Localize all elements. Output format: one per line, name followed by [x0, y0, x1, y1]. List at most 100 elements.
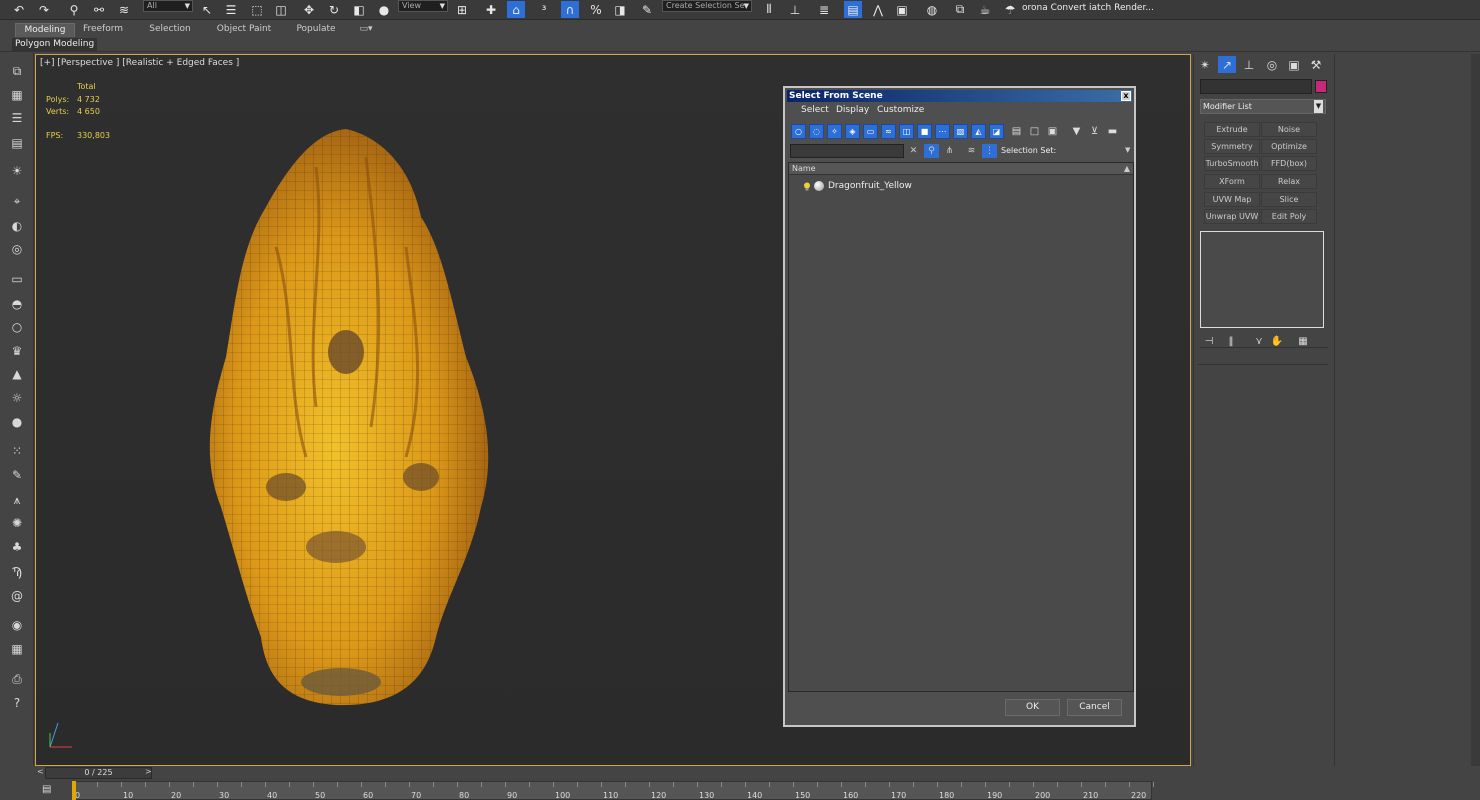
tab-selection[interactable]: Selection: [145, 23, 195, 37]
lights-icon[interactable]: ☀: [8, 163, 26, 179]
crown-icon[interactable]: ♛: [8, 343, 26, 359]
script-icon[interactable]: ⎙: [8, 671, 26, 687]
corona-toolbar-label[interactable]: orona Convert iatch Render...: [1022, 3, 1154, 13]
snaps-toggle-icon[interactable]: ³: [535, 1, 553, 18]
hair-icon[interactable]: Ϡ: [8, 564, 26, 580]
skin-icon[interactable]: ⩚: [8, 492, 26, 508]
tab-modeling[interactable]: Modeling: [15, 23, 75, 37]
cancel-button[interactable]: Cancel: [1067, 699, 1122, 716]
cone-icon[interactable]: ▲: [8, 366, 26, 382]
modifier-slice-button[interactable]: Slice: [1261, 192, 1317, 207]
modifier-stack[interactable]: [1200, 231, 1324, 328]
list-header-name[interactable]: Name ▲: [789, 163, 1133, 175]
render-setup-icon[interactable]: ⧉: [951, 1, 969, 18]
named-selection-dropdown[interactable]: Create Selection Se: [662, 0, 752, 12]
display-frozen-icon[interactable]: ◭: [971, 124, 986, 139]
place-icon[interactable]: ●: [375, 1, 393, 18]
right-scrollbar[interactable]: [1471, 54, 1480, 766]
unlink-icon[interactable]: ⚯: [90, 1, 108, 18]
list-item[interactable]: Dragonfruit_Yellow: [803, 180, 912, 192]
modifier-symmetry-button[interactable]: Symmetry: [1204, 139, 1260, 154]
motion-tab-icon[interactable]: ◎: [1263, 56, 1281, 73]
texture-grid-icon[interactable]: ▦: [8, 641, 26, 657]
pivot-center-icon[interactable]: ⊞: [453, 1, 471, 18]
current-frame-marker[interactable]: [72, 781, 76, 800]
tab-object-paint[interactable]: Object Paint: [212, 23, 276, 37]
display-hidden-icon[interactable]: ◪: [989, 124, 1004, 139]
display-spacewarps-icon[interactable]: ≈: [881, 124, 896, 139]
display-containers-icon[interactable]: ▧: [953, 124, 968, 139]
clear-search-icon[interactable]: ✕: [906, 144, 921, 158]
remove-modifier-icon[interactable]: ✋: [1270, 334, 1284, 348]
schematic-view-icon[interactable]: ▣: [893, 1, 911, 18]
display-geometry-icon[interactable]: ○: [791, 124, 806, 139]
show-end-result-icon[interactable]: ‖: [1224, 334, 1238, 348]
make-unique-icon[interactable]: ⋎: [1252, 334, 1266, 348]
spinner-snap-icon[interactable]: ◨: [611, 1, 629, 18]
dialog-title-bar[interactable]: Select From Scene x: [787, 90, 1132, 102]
display-tab-icon[interactable]: ▣: [1285, 56, 1303, 73]
curve-editor-icon[interactable]: ⋀: [869, 1, 887, 18]
select-all-icon[interactable]: ▤: [1009, 124, 1024, 139]
ribbon-options-icon[interactable]: ▭▾: [356, 23, 376, 37]
layer-manager-icon[interactable]: ▤: [8, 135, 26, 151]
modifier-optimize-button[interactable]: Optimize: [1261, 139, 1317, 154]
collapse-icon[interactable]: ▬: [1105, 124, 1120, 139]
render-production-icon[interactable]: ☂: [1001, 1, 1019, 18]
display-lights-icon[interactable]: ✧: [827, 124, 842, 139]
create-tab-icon[interactable]: ✴: [1196, 56, 1214, 73]
spiral-icon[interactable]: @: [8, 588, 26, 604]
camera-icon[interactable]: ⌖: [8, 193, 26, 209]
undo-icon[interactable]: ↶: [10, 1, 28, 18]
menu-customize[interactable]: Customize: [877, 105, 924, 115]
rendered-frame-window-icon[interactable]: ☕: [976, 1, 994, 18]
reference-coordinate-dropdown[interactable]: View: [398, 0, 448, 12]
angle-snap-icon[interactable]: ∩: [561, 1, 579, 18]
edit-named-selection-icon[interactable]: ✎: [638, 1, 656, 18]
layers-icon[interactable]: ≋: [964, 144, 979, 158]
lightbulb-icon[interactable]: [803, 182, 811, 191]
modifier-noise-button[interactable]: Noise: [1261, 122, 1317, 137]
object-name-field[interactable]: [1200, 79, 1312, 94]
find-case-sensitive-icon[interactable]: ⚲: [924, 144, 939, 158]
display-groups-icon[interactable]: ◫: [899, 124, 914, 139]
modifier-ffd-box-button[interactable]: FFD(box): [1261, 156, 1317, 171]
rotate-icon[interactable]: ↻: [325, 1, 343, 18]
select-children-icon[interactable]: ⋔: [942, 144, 957, 158]
selection-set-dropdown[interactable]: ▼: [1125, 146, 1130, 154]
modifier-extrude-button[interactable]: Extrude: [1204, 122, 1260, 137]
align-icon[interactable]: ⊥: [786, 1, 804, 18]
modifier-relax-button[interactable]: Relax: [1261, 174, 1317, 189]
sort-arrow-icon[interactable]: ▲: [1124, 163, 1130, 175]
scale-icon[interactable]: ◧: [350, 1, 368, 18]
filter-options-icon[interactable]: ⊻: [1087, 124, 1102, 139]
select-object-icon[interactable]: ↖: [198, 1, 216, 18]
frame-ruler[interactable]: 0 10 20 30 40 50 60 70 80 90 100 110 120 130 140 150 160…: [72, 781, 1154, 800]
tab-populate[interactable]: Populate: [292, 23, 340, 37]
mirror-icon[interactable]: ⫴: [760, 1, 778, 18]
display-xrefs-icon[interactable]: ■: [917, 124, 932, 139]
modifier-edit-poly-button[interactable]: Edit Poly: [1261, 209, 1317, 224]
box-icon[interactable]: ▭: [8, 271, 26, 287]
time-slider-thumb[interactable]: 0 / 225: [45, 767, 152, 779]
modifier-list-dropdown[interactable]: Modifier List: [1200, 99, 1326, 114]
select-invert-icon[interactable]: ▣: [1045, 124, 1060, 139]
hierarchy-tab-icon[interactable]: ⊥: [1240, 56, 1258, 73]
object-color-swatch[interactable]: [1315, 80, 1327, 93]
utilities-tab-icon[interactable]: ⚒: [1307, 56, 1325, 73]
keyboard-shortcut-override-icon[interactable]: ⌂: [507, 1, 525, 18]
modifier-turbosmooth-button[interactable]: TurboSmooth: [1204, 156, 1260, 171]
menu-select[interactable]: Select: [801, 105, 829, 115]
display-bones-icon[interactable]: ⋯: [935, 124, 950, 139]
menu-display[interactable]: Display: [836, 105, 869, 115]
sphere-icon[interactable]: ○: [8, 319, 26, 335]
select-manipulate-icon[interactable]: ✚: [482, 1, 500, 18]
material-ball-icon[interactable]: ◉: [8, 617, 26, 633]
configure-sets-icon[interactable]: ▦: [1296, 334, 1310, 348]
rectangular-selection-icon[interactable]: ⬚: [248, 1, 266, 18]
modify-tab-icon[interactable]: ↗: [1218, 56, 1236, 73]
bind-space-warp-icon[interactable]: ≋: [115, 1, 133, 18]
curve-editor-icon[interactable]: ▤: [42, 784, 58, 797]
redo-icon[interactable]: ↷: [35, 1, 53, 18]
sun-icon[interactable]: ☼: [8, 390, 26, 406]
